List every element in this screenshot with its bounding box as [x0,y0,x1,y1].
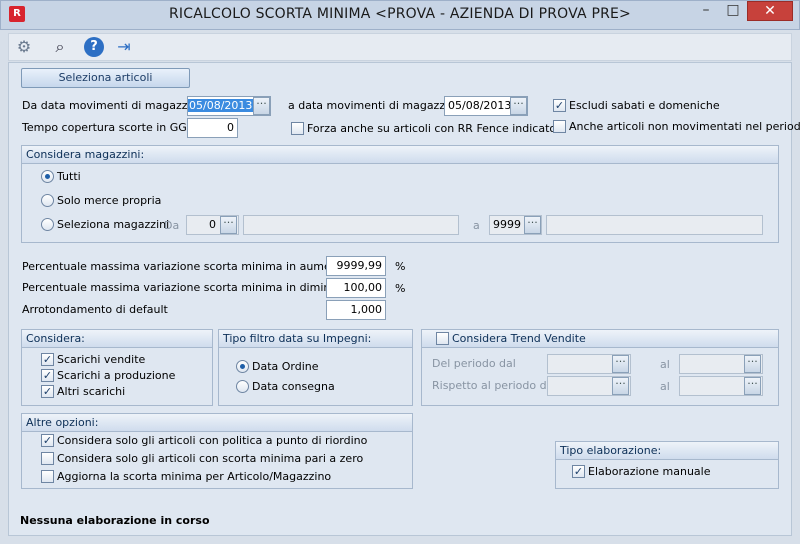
trend-compare-to-picker[interactable]: ··· [744,377,761,395]
trend-period-to-picker[interactable]: ··· [744,355,761,373]
zero-min-stock-label: Considera solo gli articoli con scorta m… [57,452,364,465]
trend-period-from-label: Del periodo dal [432,357,516,370]
decrease-label: Percentuale massima variazione scorta mi… [22,281,367,294]
settings-icon[interactable]: ⚙ [12,35,36,59]
not-moved-checkbox[interactable] [553,120,566,133]
rounding-label: Arrotondamento di default [22,303,168,316]
consider-production-label: Scarichi a produzione [57,369,176,382]
binoculars-icon[interactable]: ⌕ [48,35,72,59]
maximize-button[interactable]: □ [720,1,746,21]
reorder-policy-label: Considera solo gli articoli con politica… [57,434,368,447]
coverage-label: Tempo copertura scorte in GG [22,121,187,134]
increase-field[interactable]: 9999,99 [326,256,386,276]
from-date-picker-button[interactable]: ··· [253,97,270,115]
exclude-weekends-checkbox[interactable]: ✓ [553,99,566,112]
exit-icon[interactable]: ⇥ [112,35,136,59]
filter-delivery-date-label: Data consegna [252,380,335,393]
warehouse-from-lookup-button[interactable]: ··· [220,216,237,234]
manual-processing-checkbox[interactable]: ✓ [572,465,585,478]
to-date-label: a data movimenti di magazzino [288,99,462,112]
not-moved-label: Anche articoli non movimentati nel perio… [569,120,800,133]
warehouse-select-label: Seleziona magazzini [57,218,170,231]
zero-min-stock-checkbox[interactable] [41,452,54,465]
to-date-picker-button[interactable]: ··· [510,97,527,115]
warehouse-from-description [243,215,459,235]
reorder-policy-checkbox[interactable]: ✓ [41,434,54,447]
decrease-field[interactable]: 100,00 [326,278,386,298]
warehouse-own-label: Solo merce propria [57,194,162,207]
warehouse-all-radio[interactable] [41,170,54,183]
select-articles-button[interactable]: Seleziona articoli [21,68,190,88]
warehouse-from-label: Da [164,219,180,232]
coverage-field[interactable]: 0 [187,118,238,138]
consider-sales-checkbox[interactable]: ✓ [41,353,54,366]
filter-delivery-date-radio[interactable] [236,380,249,393]
consider-sales-label: Scarichi vendite [57,353,146,366]
trend-compare-from-picker[interactable]: ··· [612,377,629,395]
warehouse-to-description [546,215,763,235]
consider-production-checkbox[interactable]: ✓ [41,369,54,382]
force-rr-label: Forza anche su articoli con RR Fence ind… [307,122,557,135]
filter-order-date-radio[interactable] [236,360,249,373]
minimize-button[interactable]: – [693,1,719,21]
trend-period-from-picker[interactable]: ··· [612,355,629,373]
consider-other-label: Altri scarichi [57,385,126,398]
sales-trend-group-title: Considera Trend Vendite [422,330,778,348]
warehouse-select-radio[interactable] [41,218,54,231]
to-date-value: 05/08/2013 [448,99,512,112]
warehouse-own-radio[interactable] [41,194,54,207]
consider-group-title: Considera: [22,330,212,348]
warehouse-to-label: a [473,219,480,232]
filter-order-date-label: Data Ordine [252,360,319,373]
exclude-weekends-label: Escludi sabati e domeniche [569,99,720,112]
manual-processing-label: Elaborazione manuale [588,465,711,478]
other-options-group-title: Altre opzioni: [22,414,412,432]
decrease-unit: % [395,282,406,295]
trend-period-to-label: al [660,358,670,371]
help-icon[interactable]: ? [84,37,104,57]
consider-other-checkbox[interactable]: ✓ [41,385,54,398]
update-per-warehouse-label: Aggiorna la scorta minima per Articolo/M… [57,470,332,483]
close-button[interactable]: ✕ [747,1,793,21]
increase-unit: % [395,260,406,273]
sales-trend-checkbox[interactable] [436,332,449,345]
force-rr-checkbox[interactable] [291,122,304,135]
trend-compare-from-label: Rispetto al periodo dal [432,379,557,392]
date-filter-group-title: Tipo filtro data su Impegni: [219,330,412,348]
processing-type-group-title: Tipo elaborazione: [556,442,778,460]
from-date-value: 05/08/2013 [188,99,254,112]
from-date-label: Da data movimenti di magazzino [22,99,205,112]
increase-label: Percentuale massima variazione scorta mi… [22,260,349,273]
update-per-warehouse-checkbox[interactable] [41,470,54,483]
rounding-field[interactable]: 1,000 [326,300,386,320]
warehouses-group-title: Considera magazzini: [22,146,778,164]
warehouse-all-label: Tutti [57,170,81,183]
window-title: RICALCOLO SCORTA MINIMA <PROVA - AZIENDA… [169,6,631,22]
status-text: Nessuna elaborazione in corso [20,514,210,527]
warehouse-to-lookup-button[interactable]: ··· [524,216,541,234]
trend-compare-to-label: al [660,380,670,393]
